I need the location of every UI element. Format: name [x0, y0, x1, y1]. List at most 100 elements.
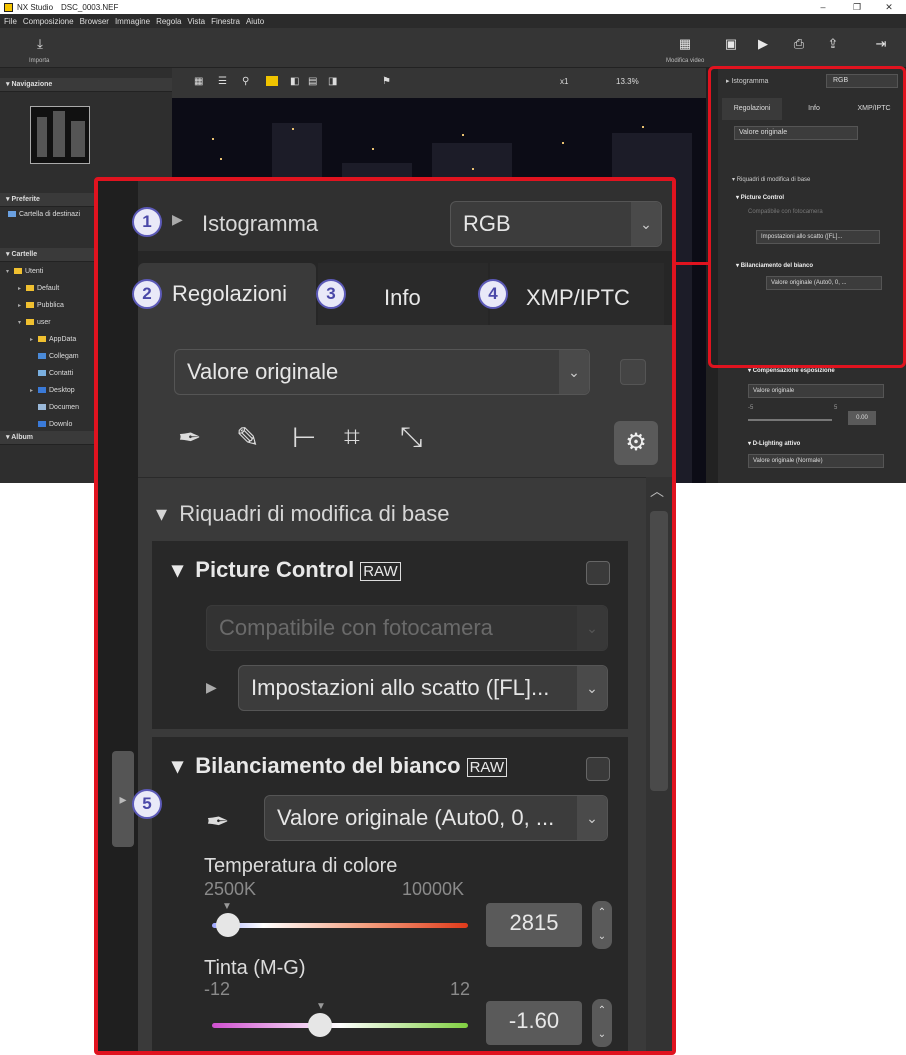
perspective-icon[interactable]: ⤡: [400, 421, 422, 454]
minimize-icon[interactable]: –: [812, 0, 834, 14]
tree-item-default[interactable]: ▸ Default: [18, 285, 59, 292]
upload-icon[interactable]: ⇪: [822, 34, 844, 54]
single-view-icon[interactable]: [266, 76, 278, 86]
panel-left-strip: [98, 181, 138, 1051]
setting-expand-icon[interactable]: ▶: [206, 679, 217, 696]
crop-icon[interactable]: ⌗: [344, 421, 360, 454]
favorites-item[interactable]: Cartella di destinazi: [8, 211, 80, 218]
setting-select-small[interactable]: Impostazioni allo scatto ([FL]...: [756, 230, 880, 244]
white-balance-title[interactable]: ▾ Bilanciamento del bianco RAW: [172, 753, 508, 779]
exposure-preset-small[interactable]: Valore originale: [748, 384, 884, 398]
compat-value: Compatibile con fotocamera: [219, 615, 493, 640]
histogram-label[interactable]: Istogramma: [202, 211, 318, 237]
export-icon[interactable]: ⇥: [870, 34, 892, 54]
scrollbar-thumb[interactable]: [650, 511, 668, 791]
wb-eyedropper-icon[interactable]: ✒: [206, 805, 229, 838]
temperature-slider-track[interactable]: [212, 923, 468, 928]
compare-view-icon[interactable]: ◧: [290, 76, 299, 87]
tree-item-collegam[interactable]: Collegam: [38, 353, 79, 360]
tint-slider-track[interactable]: [212, 1023, 468, 1028]
dlighting-title-small[interactable]: ▾ D-Lighting attivo: [748, 440, 800, 447]
zoom-percent[interactable]: 13.3%: [616, 77, 639, 86]
tree-item-user[interactable]: ▾ user: [18, 319, 51, 326]
histogram-channel-select-small[interactable]: RGB: [826, 74, 898, 88]
callout-4: 4: [478, 279, 508, 309]
dlighting-select-small[interactable]: Valore originale (Normale): [748, 454, 884, 468]
tree-item-desktop[interactable]: ▸ Desktop: [30, 387, 75, 394]
menu-regola[interactable]: Regola: [156, 17, 181, 26]
tab-regolazioni-small[interactable]: Regolazioni: [722, 98, 782, 120]
menu-composizione[interactable]: Composizione: [23, 17, 74, 26]
scroll-up-icon[interactable]: ︿: [650, 481, 664, 501]
temperature-value[interactable]: 2815: [486, 903, 582, 947]
gear-icon[interactable]: ⚙: [614, 421, 658, 465]
exposure-title-small[interactable]: ▾ Compensazione esposizione: [748, 367, 835, 374]
callout-2: 2: [132, 279, 162, 309]
navigation-header[interactable]: ▾ Navigazione: [0, 78, 172, 92]
tree-item-documenti[interactable]: Documen: [38, 404, 79, 411]
tree-item-appdata[interactable]: ▸ AppData: [30, 336, 76, 343]
section-title[interactable]: ▾ Riquadri di modifica di base: [156, 501, 450, 527]
tint-slider-thumb[interactable]: [308, 1013, 332, 1037]
wb-select-small[interactable]: Valore originale (Auto0, 0, ...: [766, 276, 882, 290]
zoom-x-label[interactable]: x1: [560, 77, 568, 86]
picture-control-checkbox[interactable]: [586, 561, 610, 585]
video-edit-icon[interactable]: ▦: [674, 34, 696, 54]
exposure-value-small[interactable]: 0.00: [848, 411, 876, 425]
temperature-slider-thumb[interactable]: [216, 913, 240, 937]
filmstrip-view-icon[interactable]: ▤: [308, 76, 317, 87]
video-edit-label: Modifica video: [666, 58, 705, 64]
histogram-expand-icon[interactable]: ▶: [172, 211, 183, 228]
chevron-down-icon: ⌄: [577, 796, 607, 840]
temperature-default-marker-icon: ▼: [222, 901, 232, 912]
slideshow-icon[interactable]: ▶: [752, 34, 774, 54]
retouch-brush-icon[interactable]: ✎: [236, 421, 259, 454]
temperature-spinner[interactable]: ⌃ ⌄: [592, 901, 612, 949]
compat-select: Compatibile con fotocamera ⌄: [206, 605, 608, 651]
app-launch-icon[interactable]: ▣: [720, 34, 742, 54]
tab-xmp-small[interactable]: XMP/IPTC: [846, 98, 902, 120]
collapse-panel-handle[interactable]: ▸: [112, 751, 134, 847]
before-after-icon[interactable]: ◨: [328, 76, 337, 87]
tree-item-utenti[interactable]: ▾ Utenti: [6, 268, 43, 275]
section-title-small[interactable]: ▾ Riquadri di modifica di base: [732, 176, 810, 183]
menu-immagine[interactable]: Immagine: [115, 17, 150, 26]
preset-select-small[interactable]: Valore originale: [734, 126, 858, 140]
maximize-icon[interactable]: ❐: [846, 0, 868, 14]
wb-select[interactable]: Valore originale (Auto0, 0, ... ⌄: [264, 795, 608, 841]
eyedropper-icon[interactable]: ✒: [178, 421, 201, 454]
shooting-setting-select[interactable]: Impostazioni allo scatto ([FL]... ⌄: [238, 665, 608, 711]
menu-file[interactable]: File: [4, 17, 17, 26]
import-icon[interactable]: ⤓: [29, 34, 51, 54]
straighten-icon[interactable]: ⊢: [292, 421, 316, 454]
picture-control-title[interactable]: ▾ Picture Control RAW: [172, 557, 401, 583]
shooting-setting-value: Impostazioni allo scatto ([FL]...: [251, 675, 550, 700]
tree-item-contatti[interactable]: Contatti: [38, 370, 73, 377]
white-balance-title-small[interactable]: ▾ Bilanciamento del bianco: [736, 262, 813, 269]
right-panel-splitter[interactable]: [706, 68, 718, 483]
tab-info-small[interactable]: Info: [786, 98, 842, 120]
map-view-icon[interactable]: ⚲: [242, 76, 249, 87]
print-icon[interactable]: ⎙: [788, 34, 810, 54]
preset-apply-checkbox[interactable]: [620, 359, 646, 385]
navigation-thumbnail[interactable]: [30, 106, 90, 164]
filter-icon[interactable]: ⚑: [382, 76, 391, 87]
histogram-label-small[interactable]: ▸ Istogramma: [726, 77, 768, 85]
grid-view-icon[interactable]: ▦: [194, 76, 203, 87]
picture-control-title-small[interactable]: ▾ Picture Control: [736, 194, 784, 201]
menu-browser[interactable]: Browser: [80, 17, 109, 26]
tree-item-pubblica[interactable]: ▸ Pubblica: [18, 302, 64, 309]
tint-value[interactable]: -1.60: [486, 1001, 582, 1045]
menu-aiuto[interactable]: Aiuto: [246, 17, 264, 26]
list-view-icon[interactable]: ☰: [218, 76, 227, 87]
tree-item-download[interactable]: Downlo: [38, 421, 72, 428]
tint-spinner[interactable]: ⌃ ⌄: [592, 999, 612, 1047]
exposure-slider-small[interactable]: [748, 419, 832, 421]
menu-vista[interactable]: Vista: [187, 17, 205, 26]
close-icon[interactable]: ✕: [878, 0, 900, 14]
preset-select[interactable]: Valore originale ⌄: [174, 349, 590, 395]
divider: [138, 477, 658, 478]
menu-finestra[interactable]: Finestra: [211, 17, 240, 26]
white-balance-checkbox[interactable]: [586, 757, 610, 781]
histogram-channel-select[interactable]: RGB ⌄: [450, 201, 662, 247]
